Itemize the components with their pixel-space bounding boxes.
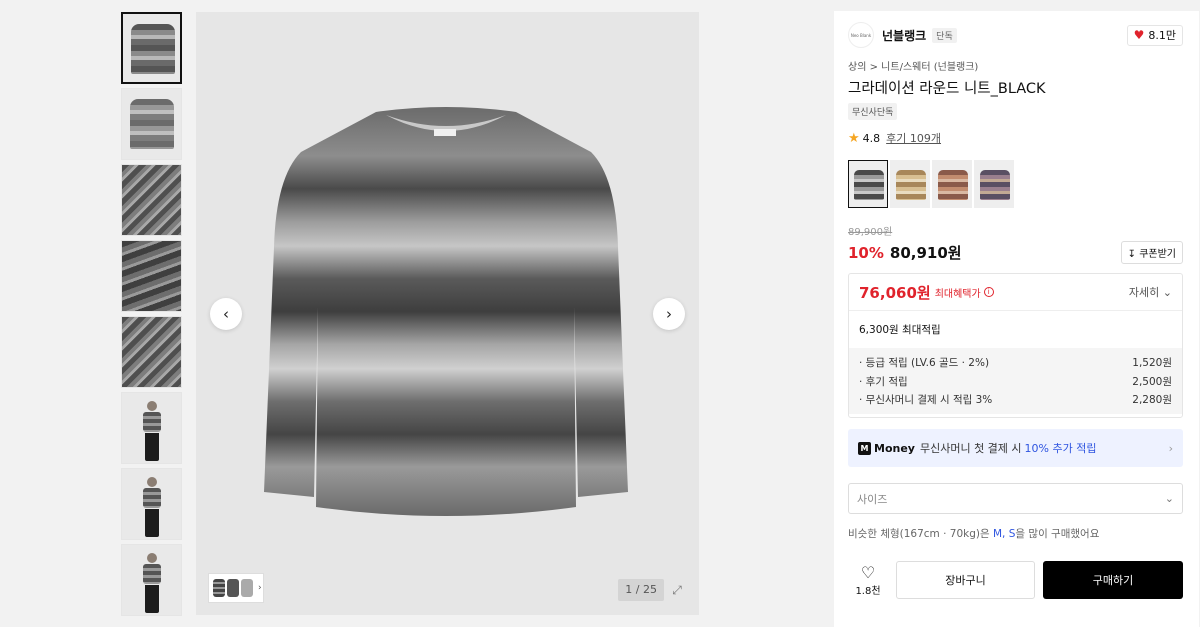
money-promo-banner[interactable]: M Money 무신사머니 첫 결제 시 10% 추가 적립 › — [848, 429, 1183, 467]
review-link[interactable]: 후기 109개 — [886, 130, 941, 146]
wishlist-count: 1.8천 — [855, 585, 881, 597]
mini-thumb — [213, 579, 225, 597]
points-row: · 등급 적립 (LV.6 골드 · 2%) 1,520원 — [859, 354, 1172, 373]
rating-value: 4.8 — [862, 131, 881, 145]
brand-like-count: 8.1만 — [1148, 29, 1176, 42]
product-title: 그라데이션 라운드 니트_BLACK — [848, 81, 1046, 97]
brand-name[interactable]: 넌블랭크 — [882, 27, 926, 44]
thumbnail-7[interactable] — [121, 468, 182, 540]
detail-toggle[interactable]: 자세히 ⌄ — [1129, 284, 1172, 300]
prev-image-button[interactable]: ‹ — [210, 298, 242, 330]
swatch-brown[interactable] — [932, 160, 972, 208]
points-value: 2,500원 — [1132, 375, 1172, 388]
breadcrumb-level2[interactable]: 니트/스웨터 (넌블랭크) — [881, 62, 978, 73]
benefit-box: 76,060원 최대혜택가 i 자세히 ⌄ 6,300원 최대적립 · 등급 적… — [848, 273, 1183, 418]
thumbnail-4[interactable] — [121, 240, 182, 312]
current-price: 80,910원 — [889, 244, 962, 262]
thumbnail-6[interactable] — [121, 392, 182, 464]
thumbnail-5[interactable] — [121, 316, 182, 388]
price-row: 10% 80,910원 ↧ 쿠폰받기 — [848, 241, 1183, 264]
next-image-button[interactable]: › — [653, 298, 685, 330]
heart-icon: ♥ — [1133, 28, 1145, 42]
size-placeholder: 사이즈 — [857, 492, 888, 506]
brand-row: Neo Blank 넌블랭크 단독 ♥ 8.1만 — [848, 22, 1183, 48]
thumbnail-8[interactable] — [121, 544, 182, 616]
coupon-label: 쿠폰받기 — [1139, 249, 1176, 260]
points-title: 6,300원 최대적립 — [859, 324, 941, 336]
info-icon[interactable]: i — [983, 287, 994, 297]
coupon-button[interactable]: ↧ 쿠폰받기 — [1120, 241, 1183, 264]
image-counter: 1 / 25 — [618, 579, 664, 601]
brand-badge: 단독 — [932, 27, 957, 43]
chevron-down-icon: ⌄ — [1162, 286, 1172, 299]
buy-now-button[interactable]: 구매하기 — [1043, 561, 1183, 599]
breadcrumb-separator: > — [869, 62, 878, 73]
rating: ★ 4.8 후기 109개 — [848, 130, 941, 146]
size-select[interactable]: 사이즈 ⌄ — [848, 483, 1183, 514]
purchase-bar: ♡ 1.8천 장바구니 구매하기 — [848, 561, 1183, 599]
points-row: · 무신사머니 결제 시 적립 3% 2,280원 — [859, 391, 1172, 410]
color-swatches — [848, 160, 1014, 208]
product-info-panel: Neo Blank 넌블랭크 단독 ♥ 8.1만 상의 > 니트/스웨터 (넌블… — [834, 11, 1199, 627]
thumbnail-3[interactable] — [121, 164, 182, 236]
exclusive-badge: 무신사단독 — [848, 103, 898, 120]
original-price: 89,900원 — [848, 227, 893, 238]
download-icon: ↧ — [1127, 249, 1136, 260]
chevron-right-icon: › — [1168, 441, 1173, 455]
wishlist-button[interactable]: ♡ 1.8천 — [848, 562, 888, 597]
mini-thumbnail-strip[interactable]: › — [208, 573, 264, 603]
money-text: 무신사머니 첫 결제 시 — [919, 442, 1022, 455]
mini-thumb — [241, 579, 253, 597]
breadcrumb-level1[interactable]: 상의 — [848, 62, 866, 73]
points-row: · 후기 적립 2,500원 — [859, 373, 1172, 392]
max-benefit-price: 76,060원 — [859, 283, 931, 302]
thumbnail-list — [121, 12, 182, 620]
similar-body-hint: 비슷한 체형(167cm · 70kg)은 M, S을 많이 구매했어요 — [848, 526, 1099, 541]
points-list: · 등급 적립 (LV.6 골드 · 2%) 1,520원 · 후기 적립 2,… — [849, 348, 1182, 414]
points-label: · 무신사머니 결제 시 적립 3% — [859, 394, 993, 406]
swatch-purple[interactable] — [974, 160, 1014, 208]
expand-icon[interactable]: ⤢ — [667, 579, 687, 601]
thumbnail-1[interactable] — [121, 12, 182, 84]
chevron-right-icon: › — [258, 583, 262, 593]
similar-sizes: M, S — [993, 528, 1016, 540]
chevron-down-icon: ⌄ — [1164, 492, 1174, 505]
brand-like-button[interactable]: ♥ 8.1만 — [1126, 24, 1183, 46]
thumbnail-2[interactable] — [121, 88, 182, 160]
chevron-right-icon: › — [666, 305, 672, 323]
max-benefit-row: 76,060원 최대혜택가 i 자세히 ⌄ — [849, 274, 1182, 311]
breadcrumb: 상의 > 니트/스웨터 (넌블랭크) — [848, 58, 978, 73]
points-label: · 등급 적립 (LV.6 골드 · 2%) — [859, 357, 990, 369]
similar-prefix: 비슷한 체형(167cm · 70kg)은 — [848, 528, 990, 540]
sweater-image — [256, 107, 636, 522]
money-icon: M — [858, 441, 871, 455]
max-benefit-label: 최대혜택가 — [934, 288, 981, 300]
money-highlight: 10% 추가 적립 — [1024, 442, 1097, 455]
money-brand: Money — [874, 441, 915, 455]
main-product-image: ‹ › › 1 / 25 ⤢ — [196, 12, 699, 615]
brand-logo[interactable]: Neo Blank — [848, 22, 874, 48]
detail-label: 자세히 — [1128, 286, 1160, 299]
star-icon: ★ — [848, 130, 860, 146]
points-label: · 후기 적립 — [859, 375, 908, 388]
add-to-cart-button[interactable]: 장바구니 — [896, 561, 1035, 599]
points-value: 2,280원 — [1132, 394, 1172, 406]
points-value: 1,520원 — [1132, 357, 1172, 369]
swatch-beige[interactable] — [890, 160, 930, 208]
similar-suffix: 을 많이 구매했어요 — [1015, 528, 1100, 540]
chevron-left-icon: ‹ — [223, 305, 229, 323]
mini-thumb — [227, 579, 239, 597]
discount-rate: 10% — [848, 243, 884, 262]
swatch-black[interactable] — [848, 160, 888, 208]
heart-outline-icon: ♡ — [860, 562, 876, 582]
